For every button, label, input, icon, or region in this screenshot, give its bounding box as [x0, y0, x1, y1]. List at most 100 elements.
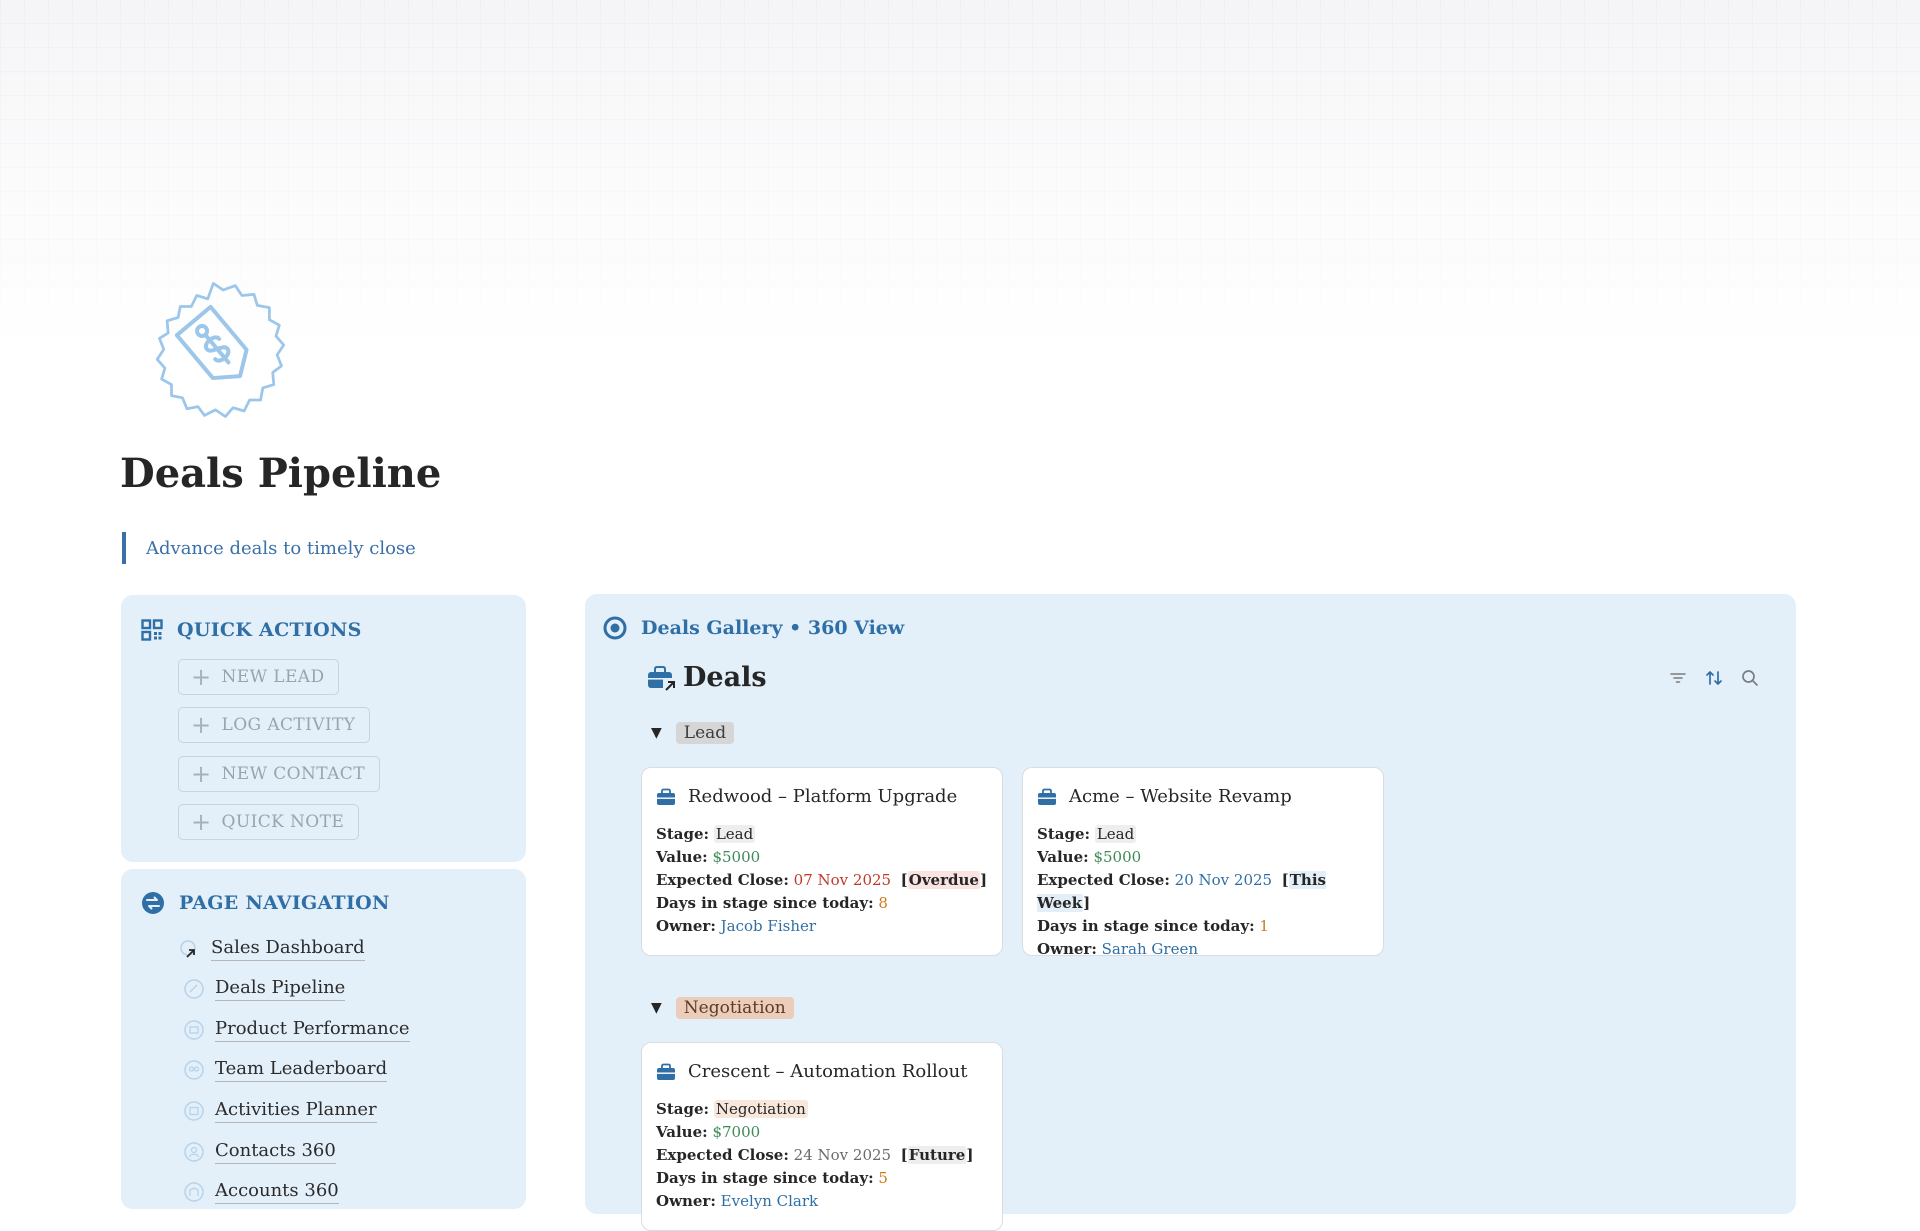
- new-contact-button[interactable]: + NEW CONTACT: [178, 756, 380, 792]
- new-lead-label: NEW LEAD: [221, 667, 325, 687]
- close-date: 07 Nov 2025: [793, 871, 892, 889]
- group-lead-header[interactable]: ▼ Lead: [651, 722, 735, 744]
- view-toolbar: [1668, 668, 1760, 688]
- deal-card[interactable]: Acme – Website Revamp Stage: Lead Value:…: [1022, 767, 1384, 958]
- nav-link-label: Product Performance: [215, 1017, 410, 1042]
- nav-link-label: Contacts 360: [215, 1139, 336, 1164]
- nav-link-deals-pipeline[interactable]: Deals Pipeline: [183, 976, 346, 1001]
- stage-label: Stage:: [656, 825, 710, 843]
- page-navigation-title: PAGE NAVIGATION: [179, 892, 390, 914]
- close-status: Future: [907, 1146, 967, 1164]
- card-properties: Stage: Negotiation Value: $7000 Expected…: [656, 1100, 974, 1210]
- qr-grid-icon: [141, 619, 163, 641]
- stage-value: Lead: [713, 825, 756, 843]
- days-in-stage: 5: [878, 1169, 888, 1187]
- deal-card[interactable]: Crescent – Automation Rollout Stage: Neg…: [641, 1042, 1003, 1231]
- nav-link-activities-planner[interactable]: Activities Planner: [183, 1098, 377, 1123]
- stage-label: Stage:: [656, 1100, 710, 1118]
- card-title-text: Acme – Website Revamp: [1069, 786, 1292, 807]
- briefcase-icon: [1038, 788, 1056, 805]
- close-date: 24 Nov 2025: [793, 1146, 892, 1164]
- plus-icon: +: [191, 760, 212, 788]
- nav-link-label: Activities Planner: [215, 1098, 377, 1123]
- nav-link-sales-dashboard[interactable]: Sales Dashboard: [179, 936, 365, 961]
- deal-value: $5000: [1093, 848, 1142, 866]
- page-title: Deals Pipeline: [120, 450, 442, 497]
- gallery-header: Deals Gallery • 360 View: [603, 616, 904, 640]
- quick-actions-panel: QUICK ACTIONS + NEW LEAD + LOG ACTIVITY …: [121, 595, 526, 862]
- card-title-text: Redwood – Platform Upgrade: [688, 786, 958, 807]
- days-in-stage: 8: [878, 894, 888, 912]
- stage-label: Stage:: [1037, 825, 1091, 843]
- days-in-stage: 1: [1259, 917, 1269, 935]
- sort-icon[interactable]: [1704, 668, 1724, 688]
- page-subtitle: Advance deals to timely close: [122, 532, 416, 564]
- briefcase-icon: [657, 788, 675, 805]
- owner-label: Owner:: [656, 1192, 716, 1210]
- dashboard-link-icon: [180, 939, 196, 958]
- close-label: Expected Close:: [1037, 871, 1170, 889]
- owner-name[interactable]: Sarah Green: [1102, 940, 1198, 958]
- target-circle-icon: [603, 616, 627, 640]
- group-lead-tag: Lead: [675, 722, 735, 744]
- owner-label: Owner:: [1037, 940, 1097, 958]
- close-date: 20 Nov 2025: [1174, 871, 1273, 889]
- nav-link-label: Team Leaderboard: [215, 1057, 388, 1082]
- deal-card[interactable]: Redwood – Platform Upgrade Stage: Lead V…: [641, 767, 1003, 956]
- deals-database-title[interactable]: Deals: [647, 662, 767, 693]
- value-label: Value:: [656, 848, 708, 866]
- quick-note-label: QUICK NOTE: [221, 812, 345, 832]
- owner-label: Owner:: [656, 917, 716, 935]
- nav-link-team-leaderboard[interactable]: Team Leaderboard: [183, 1057, 388, 1082]
- page-navigation-panel: PAGE NAVIGATION Sales Dashboard Deals Pi…: [121, 869, 526, 1209]
- group-negotiation-tag: Negotiation: [675, 997, 794, 1019]
- page-cover: [0, 0, 1920, 360]
- nav-link-accounts-360[interactable]: Accounts 360: [183, 1179, 339, 1204]
- value-label: Value:: [1037, 848, 1089, 866]
- caret-down-icon[interactable]: ▼: [651, 725, 662, 741]
- owner-name[interactable]: Evelyn Clark: [721, 1192, 818, 1210]
- caret-down-icon[interactable]: ▼: [651, 1000, 662, 1016]
- deals-title-text: Deals: [683, 662, 767, 693]
- nav-link-contacts-360[interactable]: Contacts 360: [183, 1139, 336, 1164]
- filter-icon[interactable]: [1668, 668, 1688, 688]
- card-title: Acme – Website Revamp: [1037, 786, 1292, 807]
- plus-icon: +: [191, 808, 212, 836]
- quick-actions-title: QUICK ACTIONS: [177, 619, 362, 641]
- log-activity-button[interactable]: + LOG ACTIVITY: [178, 707, 371, 743]
- group-negotiation-header[interactable]: ▼ Negotiation: [651, 997, 794, 1019]
- days-label: Days in stage since today:: [656, 894, 874, 912]
- deal-value: $5000: [712, 848, 761, 866]
- gallery-title: Deals Gallery • 360 View: [641, 617, 905, 639]
- quick-note-button[interactable]: + QUICK NOTE: [178, 804, 360, 840]
- plus-icon: +: [191, 663, 212, 691]
- stage-value: Negotiation: [713, 1100, 808, 1118]
- nav-link-label: Accounts 360: [215, 1179, 339, 1204]
- plus-icon: +: [191, 711, 212, 739]
- owner-name[interactable]: Jacob Fisher: [721, 917, 816, 935]
- stage-value: Lead: [1094, 825, 1137, 843]
- contact-icon: [184, 1141, 204, 1162]
- page-navigation-header: PAGE NAVIGATION: [141, 891, 390, 915]
- close-status: Overdue: [907, 871, 980, 889]
- new-contact-label: NEW CONTACT: [221, 764, 365, 784]
- value-label: Value:: [656, 1123, 708, 1141]
- new-lead-button[interactable]: + NEW LEAD: [178, 659, 340, 695]
- nav-link-label: Sales Dashboard: [211, 936, 365, 961]
- card-title: Crescent – Automation Rollout: [656, 1061, 967, 1082]
- accounts-icon: [184, 1181, 204, 1202]
- team-icon: [184, 1059, 204, 1080]
- deal-value: $7000: [712, 1123, 761, 1141]
- card-properties: Stage: Lead Value: $5000 Expected Close:…: [1037, 825, 1326, 958]
- search-icon[interactable]: [1740, 668, 1760, 688]
- briefcase-link-icon: [648, 665, 677, 692]
- days-label: Days in stage since today:: [656, 1169, 874, 1187]
- nav-link-product-performance[interactable]: Product Performance: [183, 1017, 410, 1042]
- days-label: Days in stage since today:: [1037, 917, 1255, 935]
- pipeline-icon: [184, 978, 204, 999]
- planner-icon: [184, 1100, 204, 1121]
- product-icon: [184, 1019, 204, 1040]
- close-label: Expected Close:: [656, 1146, 789, 1164]
- briefcase-icon: [657, 1063, 675, 1080]
- deals-gallery-panel: Deals Gallery • 360 View Deals ▼ Lead Re…: [585, 594, 1796, 1231]
